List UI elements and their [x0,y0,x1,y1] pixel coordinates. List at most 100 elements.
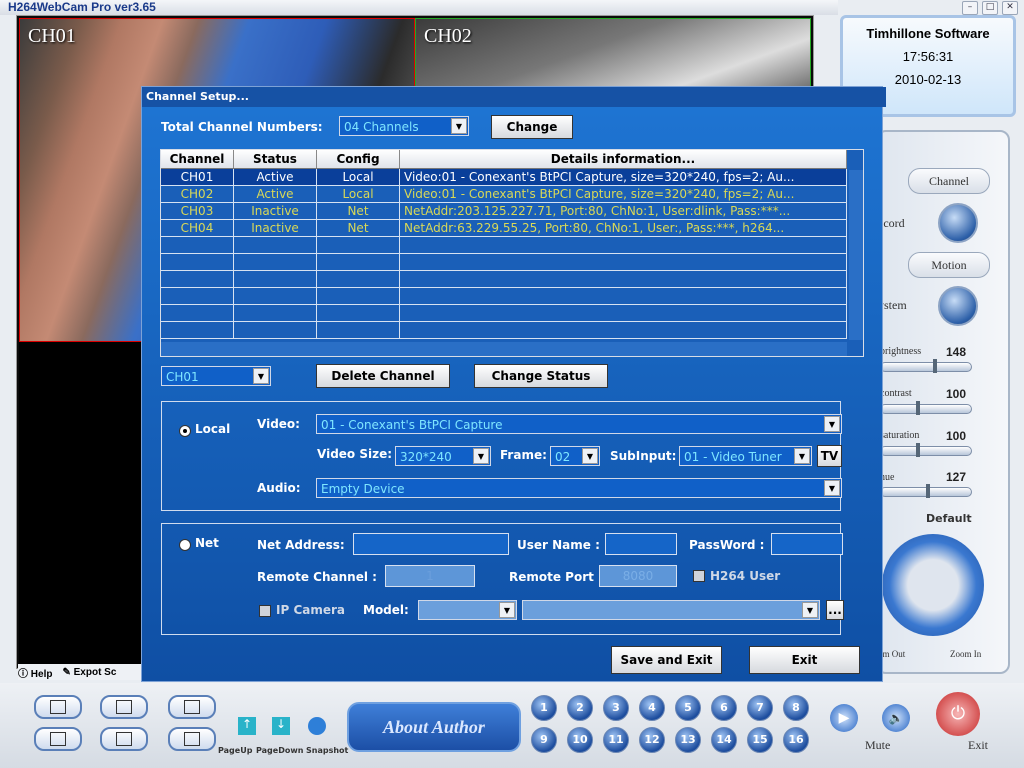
layout-16-button[interactable] [168,727,216,751]
record-toggle[interactable] [938,203,978,243]
user-name-input[interactable] [605,533,677,555]
help-label: Help [30,668,53,680]
change-button[interactable]: Change [491,115,573,139]
audio-device-select[interactable]: Empty Device ▼ [316,478,842,498]
zoom-in-button[interactable]: Zoom In [950,649,981,659]
total-channels-value: 04 Channels [344,120,419,134]
exit-button[interactable]: Exit [749,646,860,674]
layout-pip-button[interactable] [100,695,148,719]
channel-number-button[interactable]: 4 [639,695,665,721]
channel-number-button[interactable]: 9 [531,727,557,753]
channel-number-button[interactable]: 7 [747,695,773,721]
net-radio[interactable] [179,539,191,551]
chevron-down-icon: ▼ [451,118,467,134]
video-device-value: 01 - Conexant's BtPCI Capture [321,418,503,432]
chevron-down-icon: ▼ [499,602,515,618]
h264-user-checkbox[interactable] [693,570,705,582]
h264-user-label: H264 User [710,569,781,583]
channel-number-button[interactable]: 14 [711,727,737,753]
hue-value: 127 [946,470,967,484]
channel-button[interactable]: Channel [908,168,990,194]
table-cell-channel: CH01 [161,168,234,186]
table-cell-config: Local [316,185,400,203]
ptz-joystick[interactable] [882,534,984,636]
table-row[interactable]: CH03 Inactive Net NetAddr:203.125.227.71, P… [161,202,847,220]
power-icon[interactable]: ⏻ [936,692,980,736]
model-browse-button[interactable]: ... [826,600,844,620]
layout-9-button[interactable] [100,727,148,751]
about-author-button[interactable]: About Author [347,702,521,752]
total-channels-select[interactable]: 04 Channels ▼ [339,116,469,136]
contrast-slider[interactable] [880,401,972,415]
channel-number-button[interactable]: 5 [675,695,701,721]
motion-button[interactable]: Motion [908,252,990,278]
table-row[interactable]: CH01 Active Local Video:01 - Conexant's BtP… [161,168,847,186]
channel-number-button[interactable]: 13 [675,727,701,753]
system-toggle[interactable] [938,286,978,326]
export-button[interactable]: ✎ Expot Sc [62,667,116,678]
channel-number-button[interactable]: 15 [747,727,773,753]
close-icon[interactable]: ✕ [1002,1,1018,15]
page-down-icon[interactable]: ↓ [272,717,290,735]
tv-button[interactable]: TV [817,445,842,467]
col-details[interactable]: Details information... [399,150,847,169]
snapshot-icon[interactable] [308,717,326,735]
channel-number-button[interactable]: 8 [783,695,809,721]
remote-channel-label: Remote Channel : [257,570,377,584]
frame-select[interactable]: 02 ▼ [550,446,600,466]
col-channel[interactable]: Channel [161,150,234,169]
brightness-slider[interactable] [880,359,972,373]
table-horizontal-scrollbar[interactable] [161,342,847,356]
chevron-down-icon: ▼ [824,416,840,432]
remote-channel-stepper[interactable]: 1 [385,565,475,587]
channel-number-button[interactable]: 11 [603,727,629,753]
col-status[interactable]: Status [233,150,317,169]
default-button[interactable]: Default [926,512,972,525]
audio-label: Audio: [257,481,301,495]
table-vertical-scrollbar[interactable] [849,170,863,340]
video-device-select[interactable]: 01 - Conexant's BtPCI Capture ▼ [316,414,842,434]
chevron-down-icon: ▼ [473,448,489,464]
subinput-select[interactable]: 01 - Video Tuner ▼ [679,446,812,466]
remote-channel-value: 1 [426,569,434,583]
brightness-label: brightness [880,346,922,357]
layout-4-button[interactable] [168,695,216,719]
minimize-icon[interactable]: – [962,1,978,15]
model-brand-select[interactable]: ▼ [418,600,517,620]
password-input[interactable] [771,533,843,555]
layout-6-button[interactable] [34,727,82,751]
change-status-button[interactable]: Change Status [474,364,608,388]
saturation-slider[interactable] [880,443,972,457]
channel-number-button[interactable]: 12 [639,727,665,753]
channel-select[interactable]: CH01 ▼ [161,366,271,386]
layout-1-button[interactable] [34,695,82,719]
channel-number-button[interactable]: 3 [603,695,629,721]
page-up-icon[interactable]: ↑ [238,717,256,735]
speaker-icon[interactable]: 🔈 [882,704,910,732]
channel-number-button[interactable]: 16 [783,727,809,753]
remote-port-input[interactable]: 8080 [599,565,677,587]
help-button[interactable]: ⓘ Help [18,665,52,680]
table-row-empty [161,287,847,305]
brightness-value: 148 [946,345,967,359]
maximize-icon[interactable]: □ [982,1,998,15]
table-cell-config: Local [316,168,400,186]
delete-channel-button[interactable]: Delete Channel [316,364,450,388]
channel-number-button[interactable]: 2 [567,695,593,721]
save-and-exit-button[interactable]: Save and Exit [611,646,722,674]
table-cell-empty [233,236,317,254]
channel-number-button[interactable]: 10 [567,727,593,753]
table-row[interactable]: CH02 Active Local Video:01 - Conexant's BtP… [161,185,847,203]
col-config[interactable]: Config [316,150,400,169]
hue-slider[interactable] [880,484,972,498]
channel-number-button[interactable]: 1 [531,695,557,721]
channel-table: Channel Status Config Details informatio… [160,149,864,357]
play-icon[interactable]: ▶ [830,704,858,732]
net-address-input[interactable] [353,533,509,555]
ip-camera-checkbox[interactable] [259,605,271,617]
video-size-select[interactable]: 320*240 ▼ [395,446,491,466]
channel-number-button[interactable]: 6 [711,695,737,721]
local-radio[interactable] [179,425,191,437]
table-row[interactable]: CH04 Inactive Net NetAddr:63.229.55.25, Por… [161,219,847,237]
model-select[interactable]: ▼ [522,600,820,620]
